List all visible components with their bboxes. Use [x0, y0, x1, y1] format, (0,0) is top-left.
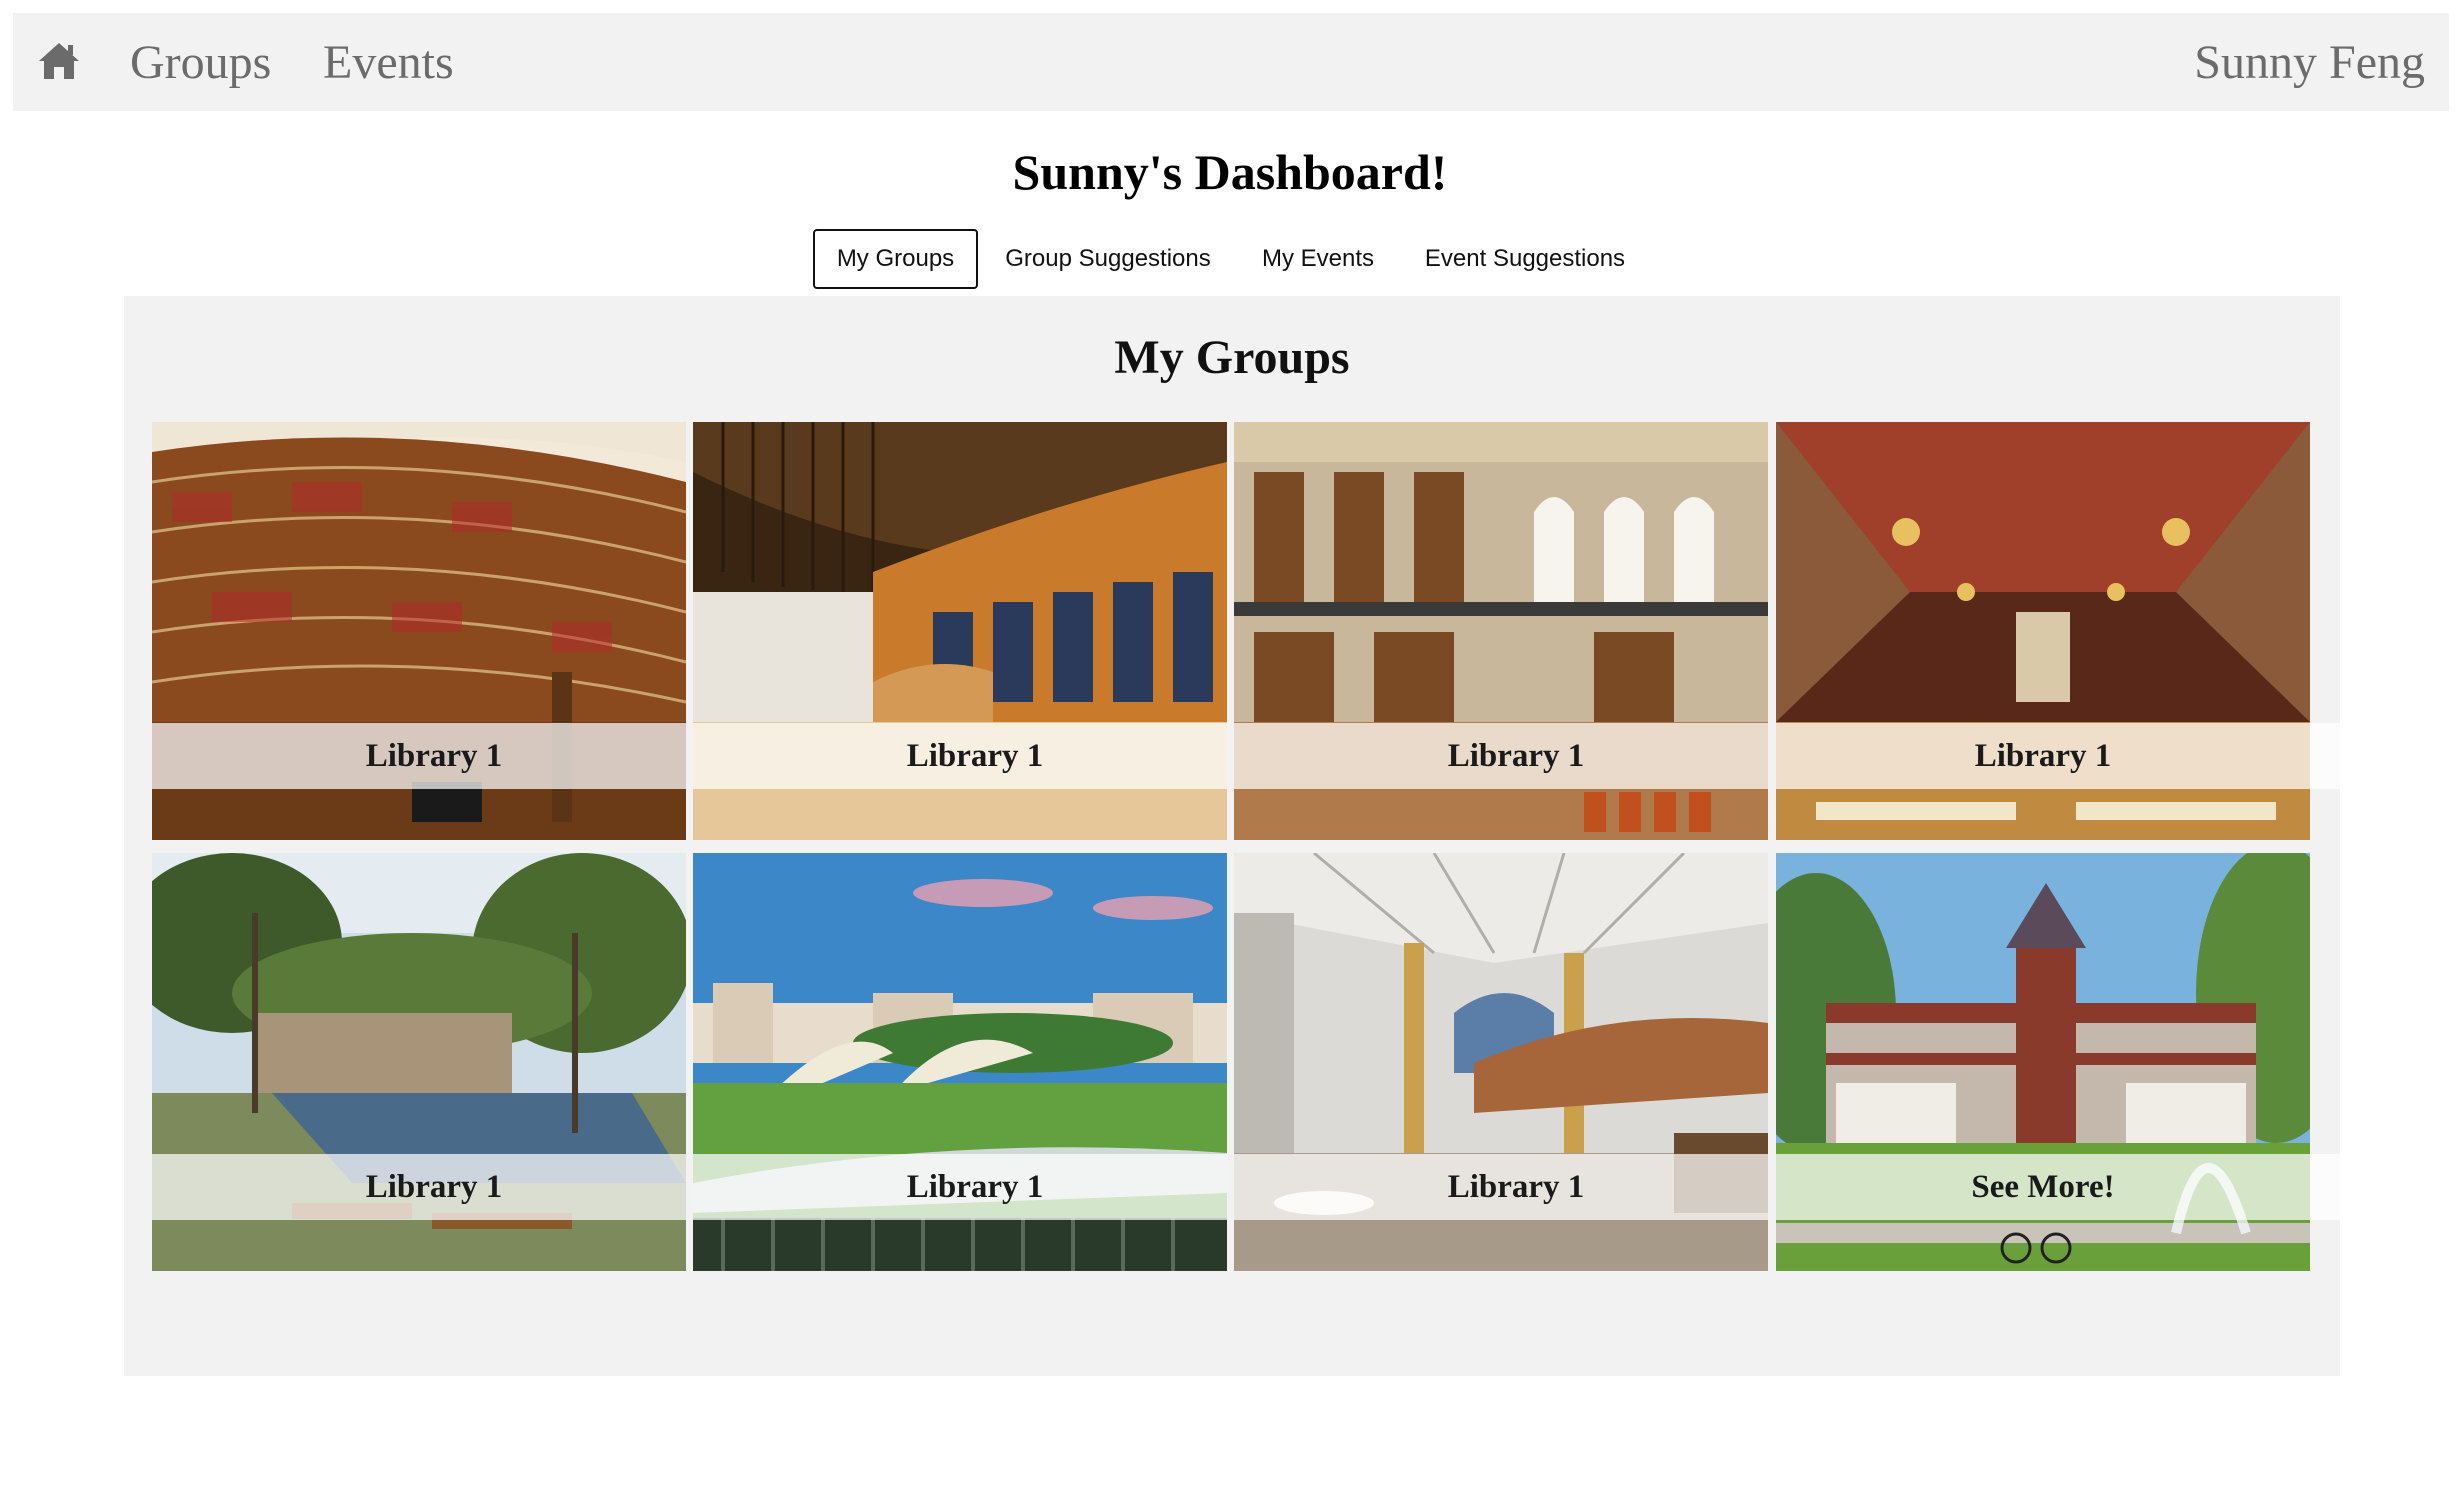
- nav-events-link[interactable]: Events: [323, 33, 454, 93]
- group-card-label: Library 1: [1447, 737, 1585, 774]
- group-card-label: Library 1: [906, 1168, 1044, 1205]
- group-card-label: Library 1: [1974, 737, 2112, 774]
- see-more-card[interactable]: See More!: [1776, 853, 2340, 1271]
- group-card[interactable]: Library 1: [1234, 853, 1768, 1271]
- tab-my-groups[interactable]: My Groups: [813, 229, 978, 289]
- home-icon[interactable]: [37, 41, 81, 81]
- page-title: Sunny's Dashboard!: [1012, 144, 1448, 200]
- group-card-label: Library 1: [365, 1168, 503, 1205]
- group-card[interactable]: Library 1: [1234, 422, 1768, 840]
- group-card-label: Library 1: [906, 737, 1044, 774]
- group-card[interactable]: Library 1: [152, 422, 686, 840]
- group-card[interactable]: Library 1: [1776, 422, 2340, 840]
- top-navbar: Groups Events Sunny Feng: [13, 13, 2449, 111]
- nav-groups-link[interactable]: Groups: [130, 33, 271, 93]
- group-card-label: Library 1: [1447, 1168, 1585, 1205]
- tab-group-suggestions[interactable]: Group Suggestions: [990, 229, 1226, 289]
- tab-my-events[interactable]: My Events: [1246, 229, 1390, 289]
- nav-user-name[interactable]: Sunny Feng: [2194, 33, 2425, 93]
- group-card[interactable]: Library 1: [152, 853, 686, 1271]
- panel-title: My Groups: [1114, 331, 1350, 384]
- group-card[interactable]: Library 1: [693, 422, 1227, 840]
- see-more-label[interactable]: See More!: [1776, 1154, 2310, 1220]
- group-card-label: Library 1: [365, 737, 503, 774]
- group-card[interactable]: Library 1: [693, 853, 1227, 1271]
- tab-event-suggestions[interactable]: Event Suggestions: [1412, 229, 1638, 289]
